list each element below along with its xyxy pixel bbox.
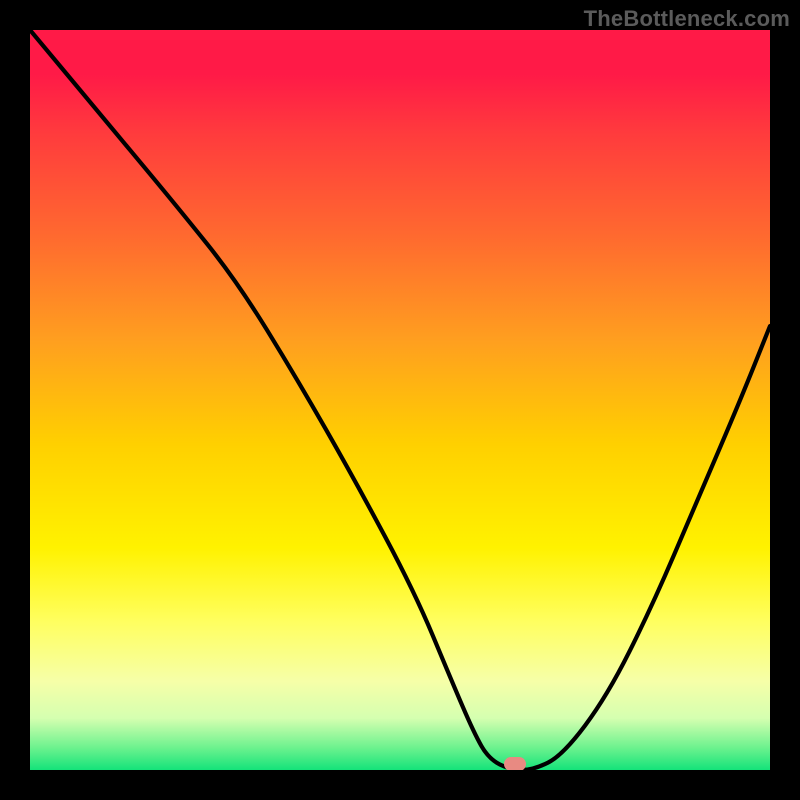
chart-frame: TheBottleneck.com bbox=[0, 0, 800, 800]
bottleneck-curve-path bbox=[30, 30, 770, 770]
curve-svg bbox=[30, 30, 770, 770]
optimum-marker bbox=[504, 757, 526, 770]
watermark-text: TheBottleneck.com bbox=[584, 6, 790, 32]
plot-area bbox=[30, 30, 770, 770]
